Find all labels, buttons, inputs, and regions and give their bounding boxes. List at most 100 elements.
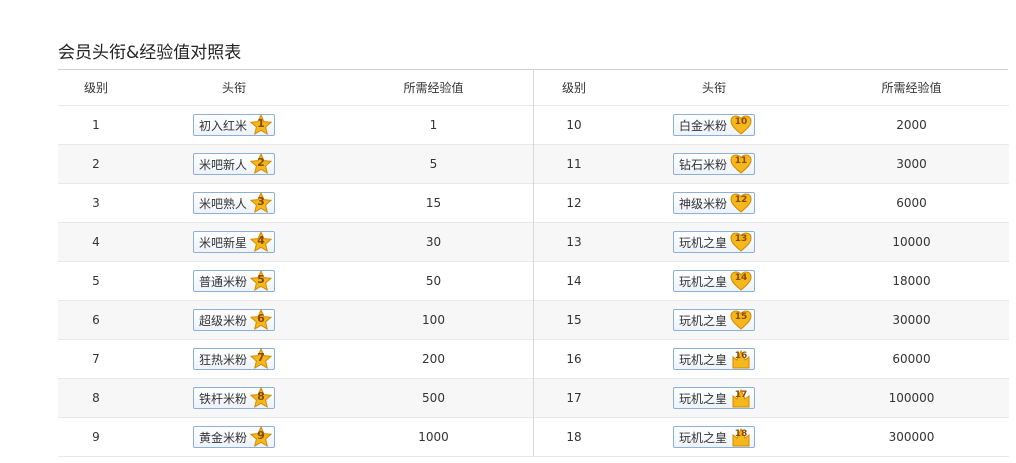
table-body-right: 10 白金米粉 10 2000 11 钻石米粉 11 3000 12 神级米粉 12 6000 13 玩机…	[534, 106, 1009, 457]
rank-badge: 黄金米粉 9	[192, 426, 275, 448]
star-icon: 4	[250, 231, 272, 253]
rank-badge: 玩机之皇 16	[672, 348, 755, 370]
table-row: 12 神级米粉 12 6000	[534, 184, 1009, 223]
rank-badge: 普通米粉 5	[192, 270, 275, 292]
rank-badge: 米吧熟人 3	[192, 192, 275, 214]
rank-table: 级别 头衔 所需经验值 1 初入红米 1 1 2 米吧新人 2 5 3 米吧熟人 3 15 4 米吧新星 4…	[58, 69, 1009, 457]
rank-badge: 狂热米粉 7	[192, 348, 275, 370]
table-row: 3 米吧熟人 3 15	[58, 184, 533, 223]
rank-number: 8	[257, 390, 265, 403]
rank-number: 14	[734, 273, 748, 283]
row-level: 8	[92, 391, 100, 405]
header-level: 级别	[83, 80, 108, 95]
row-exp: 200	[422, 352, 445, 366]
table-body-left: 1 初入红米 1 1 2 米吧新人 2 5 3 米吧熟人 3 15 4 米吧新星 4 30 5 普通米粉 5 50 6 超…	[58, 106, 533, 457]
heart-icon: 15	[730, 309, 752, 331]
rank-number: 5	[257, 273, 265, 286]
row-exp: 500	[422, 391, 445, 405]
row-level: 3	[92, 196, 100, 210]
row-title-cell: 普通米粉 5	[134, 270, 334, 292]
rank-badge: 钻石米粉 11	[672, 153, 755, 175]
star-icon: 3	[250, 192, 272, 214]
row-title-cell: 玩机之皇 18	[614, 426, 814, 448]
rank-table-left: 级别 头衔 所需经验值 1 初入红米 1 1 2 米吧新人 2 5 3 米吧熟人 3 15 4 米吧新星 4…	[58, 69, 533, 457]
rank-badge: 米吧新星 4	[192, 231, 275, 253]
row-exp: 18000	[892, 274, 931, 288]
row-title-cell: 玩机之皇 13	[614, 231, 814, 253]
rank-badge: 玩机之皇 17	[672, 387, 755, 409]
heart-icon: 14	[730, 270, 752, 292]
rank-badge-label: 玩机之皇	[678, 313, 727, 328]
rank-number: 2	[257, 156, 265, 169]
heart-icon: 11	[730, 153, 752, 175]
rank-badge-label: 米吧熟人	[198, 196, 247, 211]
crown-icon: 18	[730, 426, 752, 448]
row-level: 1	[92, 118, 100, 132]
star-icon: 9	[250, 426, 272, 448]
rank-number: 12	[734, 195, 748, 205]
row-level: 5	[92, 274, 100, 288]
rank-badge-label: 玩机之皇	[678, 235, 727, 250]
table-row: 4 米吧新星 4 30	[58, 223, 533, 262]
row-title-cell: 玩机之皇 14	[614, 270, 814, 292]
row-level: 18	[566, 430, 582, 444]
row-exp: 1000	[418, 430, 449, 444]
rank-number: 3	[257, 195, 265, 208]
rank-badge-label: 玩机之皇	[678, 430, 727, 445]
row-title-cell: 铁杆米粉 8	[134, 387, 334, 409]
table-row: 13 玩机之皇 13 10000	[534, 223, 1009, 262]
table-row: 18 玩机之皇 18 300000	[534, 418, 1009, 457]
row-exp: 3000	[896, 157, 927, 171]
rank-number: 18	[734, 429, 748, 439]
rank-badge-label: 普通米粉	[198, 274, 247, 289]
star-icon: 5	[250, 270, 272, 292]
heart-icon: 13	[730, 231, 752, 253]
row-level: 11	[566, 157, 582, 171]
table-header: 级别 头衔 所需经验值	[534, 69, 1009, 106]
table-row: 9 黄金米粉 9 1000	[58, 418, 533, 457]
rank-badge-label: 铁杆米粉	[198, 391, 247, 406]
rank-badge: 玩机之皇 14	[672, 270, 755, 292]
row-title-cell: 米吧熟人 3	[134, 192, 334, 214]
rank-badge: 白金米粉 10	[672, 114, 755, 136]
header-level: 级别	[561, 80, 586, 95]
star-icon: 6	[250, 309, 272, 331]
table-row: 10 白金米粉 10 2000	[534, 106, 1009, 145]
rank-badge-label: 玩机之皇	[678, 391, 727, 406]
rank-badge: 初入红米 1	[192, 114, 275, 136]
rank-number: 13	[734, 234, 748, 244]
table-row: 14 玩机之皇 14 18000	[534, 262, 1009, 301]
row-exp: 50	[425, 274, 442, 288]
rank-number: 9	[257, 429, 265, 442]
rank-badge-label: 神级米粉	[678, 196, 727, 211]
row-title-cell: 狂热米粉 7	[134, 348, 334, 370]
table-header: 级别 头衔 所需经验值	[58, 69, 533, 106]
row-exp: 30	[425, 235, 442, 249]
row-level: 9	[92, 430, 100, 444]
row-title-cell: 神级米粉 12	[614, 192, 814, 214]
rank-number: 11	[734, 156, 748, 166]
crown-icon: 17	[730, 387, 752, 409]
row-title-cell: 初入红米 1	[134, 114, 334, 136]
star-icon: 7	[250, 348, 272, 370]
rank-number: 15	[734, 312, 748, 322]
rank-badge: 超级米粉 6	[192, 309, 275, 331]
rank-table-right: 级别 头衔 所需经验值 10 白金米粉 10 2000 11 钻石米粉 11 3000 12 神级…	[533, 69, 1009, 457]
rank-number: 6	[257, 312, 265, 325]
row-exp: 300000	[888, 430, 935, 444]
row-exp: 100	[422, 313, 445, 327]
row-level: 15	[566, 313, 582, 327]
row-exp: 10000	[892, 235, 931, 249]
table-row: 2 米吧新人 2 5	[58, 145, 533, 184]
table-row: 6 超级米粉 6 100	[58, 301, 533, 340]
rank-number: 7	[257, 351, 265, 364]
rank-badge: 玩机之皇 18	[672, 426, 755, 448]
row-exp: 30000	[892, 313, 931, 327]
table-row: 17 玩机之皇 17 100000	[534, 379, 1009, 418]
row-level: 4	[92, 235, 100, 249]
rank-badge: 神级米粉 12	[672, 192, 755, 214]
rank-number: 17	[734, 390, 748, 400]
header-title: 头衔	[221, 80, 246, 95]
row-title-cell: 米吧新星 4	[134, 231, 334, 253]
star-icon: 2	[250, 153, 272, 175]
